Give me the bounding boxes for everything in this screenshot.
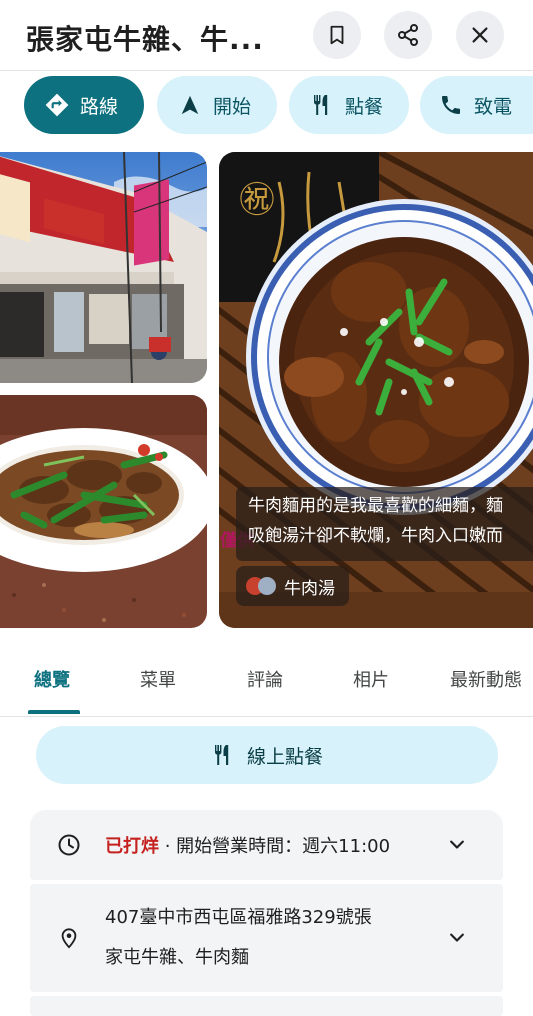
online-order-label: 線上點餐 bbox=[246, 745, 323, 768]
chevron-down-icon[interactable] bbox=[445, 833, 469, 857]
share-icon bbox=[398, 24, 418, 46]
order-button[interactable]: 點餐 bbox=[289, 76, 409, 134]
next-row bbox=[30, 996, 503, 1016]
bookmark-icon bbox=[330, 25, 344, 45]
tab-menu[interactable]: 菜單 bbox=[140, 666, 176, 692]
dish-label: 牛肉湯 bbox=[284, 578, 335, 599]
top-bar: 張家屯牛雜、牛... bbox=[0, 0, 533, 71]
review-snippet[interactable]: 牛肉麵用的是我最喜歡的細麵，麵 吸飽湯汁卻不軟爛，牛肉入口嫩而 bbox=[236, 487, 533, 561]
review-line-2: 吸飽湯汁卻不軟爛，牛肉入口嫩而 bbox=[248, 526, 503, 546]
tab-indicator bbox=[28, 710, 80, 714]
address-line-1: 407臺中市西屯區福雅路329號張 bbox=[105, 907, 372, 928]
clock-icon bbox=[56, 832, 82, 858]
hours-text: 已打烊 · 開始營業時間：週六11:00 bbox=[105, 832, 390, 858]
online-order-button[interactable]: 線上點餐 bbox=[36, 726, 498, 784]
avatar bbox=[258, 577, 276, 595]
action-chips: 路線 開始 點餐 致電 bbox=[0, 74, 533, 140]
tab-photos[interactable]: 相片 bbox=[353, 666, 389, 692]
call-button[interactable]: 致電 bbox=[420, 76, 533, 134]
tab-bar: 總覽 菜單 評論 相片 最新動態 bbox=[0, 640, 533, 717]
address-line-2: 家屯牛雜、牛肉麵 bbox=[105, 947, 249, 968]
directions-icon bbox=[44, 92, 70, 118]
start-button[interactable]: 開始 bbox=[157, 76, 277, 134]
directions-label: 路線 bbox=[80, 95, 119, 118]
location-pin-icon bbox=[56, 925, 82, 951]
call-label: 致電 bbox=[474, 95, 513, 118]
save-button[interactable] bbox=[313, 11, 361, 59]
order-label: 點餐 bbox=[345, 95, 384, 118]
start-label: 開始 bbox=[213, 95, 252, 118]
hours-row[interactable]: 已打烊 · 開始營業時間：週六11:00 bbox=[30, 810, 503, 880]
review-line-1: 牛肉麵用的是我最喜歡的細麵，麵 bbox=[248, 496, 503, 516]
phone-icon bbox=[438, 92, 464, 118]
svg-text:㊗: ㊗ bbox=[239, 180, 275, 221]
tab-overview[interactable]: 總覽 bbox=[34, 666, 70, 692]
dish-chip[interactable]: 牛肉湯 bbox=[236, 566, 349, 606]
fork-knife-icon bbox=[211, 743, 235, 767]
status-badge: 已打烊 bbox=[105, 836, 159, 857]
address-text: 407臺中市西屯區福雅路329號張 家屯牛雜、牛肉麵 bbox=[105, 898, 425, 978]
address-row[interactable]: 407臺中市西屯區福雅路329號張 家屯牛雜、牛肉麵 bbox=[30, 884, 503, 992]
tab-updates[interactable]: 最新動態 bbox=[450, 666, 522, 692]
stir-fry-photo[interactable] bbox=[0, 395, 207, 628]
navigation-arrow-icon bbox=[177, 92, 203, 118]
fork-knife-icon bbox=[309, 92, 335, 118]
chevron-down-icon[interactable] bbox=[445, 926, 469, 950]
directions-button[interactable]: 路線 bbox=[24, 76, 144, 134]
close-icon bbox=[472, 27, 488, 43]
place-title: 張家屯牛雜、牛... bbox=[26, 23, 264, 56]
close-button[interactable] bbox=[456, 11, 504, 59]
storefront-photo[interactable] bbox=[0, 152, 207, 383]
tab-reviews[interactable]: 評論 bbox=[247, 666, 283, 692]
share-button[interactable] bbox=[384, 11, 432, 59]
hours-detail: · 開始營業時間：週六11:00 bbox=[159, 836, 391, 857]
